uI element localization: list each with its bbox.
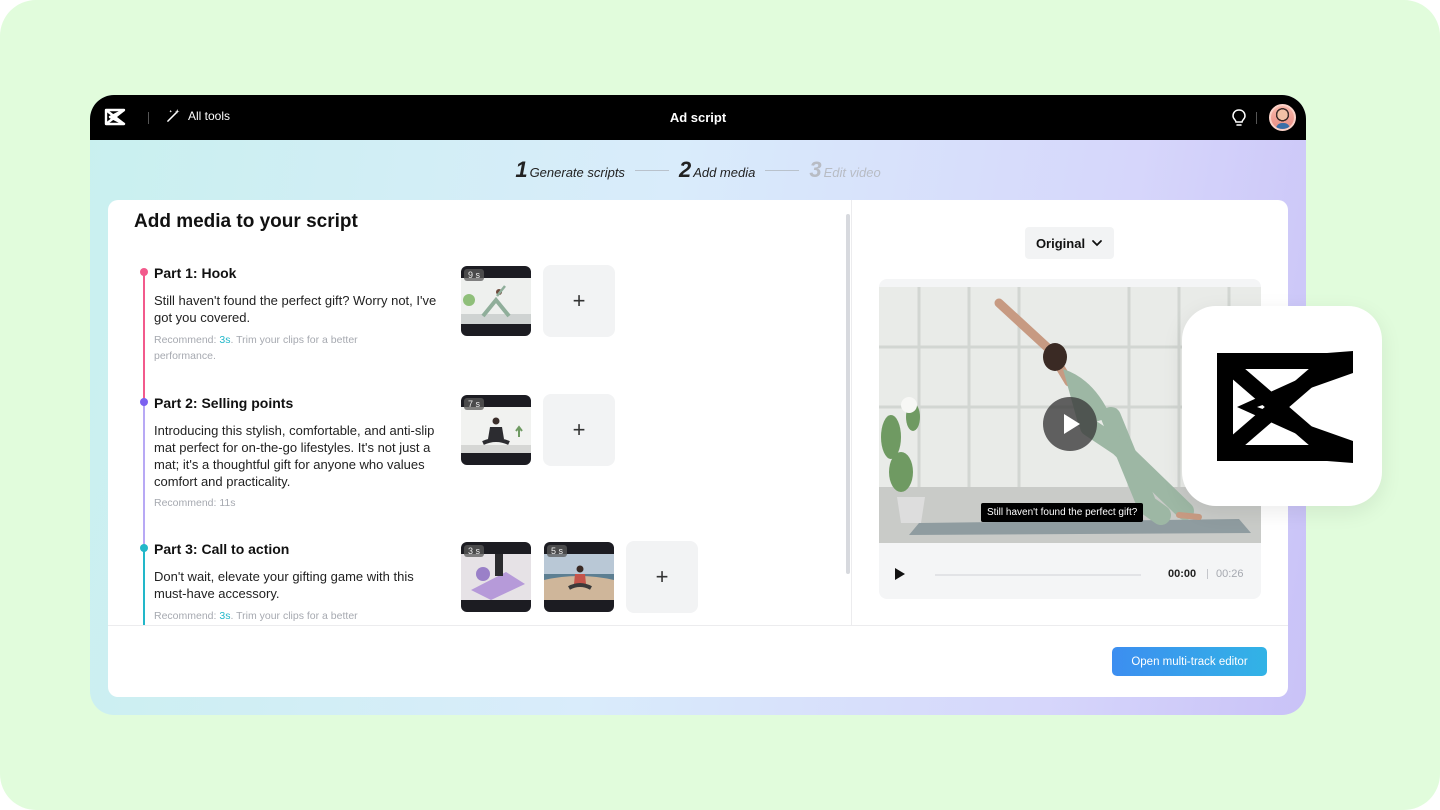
- step-label: Add media: [693, 165, 756, 180]
- part-dot: [140, 398, 148, 406]
- step-number: 1: [515, 157, 528, 182]
- clip-duration: 9 s: [464, 269, 485, 281]
- part-recommendation: Recommend: 3s. Trim your clips for a bet…: [154, 608, 414, 624]
- open-multi-track-editor-button[interactable]: Open multi-track editor: [1112, 647, 1267, 676]
- step-add-media[interactable]: 2 Add media: [679, 157, 755, 183]
- main-card: Add media to your script Part 1: Hook St…: [108, 200, 1288, 697]
- top-bar: All tools Ad script: [90, 95, 1306, 140]
- media-clip[interactable]: 3 s: [461, 542, 531, 612]
- step-edit-video: 3 Edit video: [809, 157, 880, 183]
- mat-roll-clip-thumbnail: [461, 554, 531, 600]
- part-recommendation: Recommend: 11s: [154, 495, 414, 511]
- beach-clip-thumbnail: [544, 554, 614, 600]
- script-parts-panel[interactable]: Add media to your script Part 1: Hook St…: [108, 200, 852, 625]
- clip-duration: 5 s: [547, 545, 568, 557]
- step-label: Edit video: [823, 165, 881, 180]
- step-generate-scripts[interactable]: 1 Generate scripts: [515, 157, 625, 183]
- add-media-button[interactable]: +: [626, 541, 698, 613]
- rec-prefix: Recommend: 11s: [154, 497, 236, 509]
- step-connector: [634, 169, 669, 171]
- part-dot: [140, 544, 148, 552]
- step-progress: 1 Generate scripts 2 Add media 3 Edit vi…: [90, 157, 1306, 183]
- rec-value: 3s: [219, 334, 231, 346]
- rec-prefix: Recommend:: [154, 334, 220, 346]
- video-caption: Still haven't found the perfect gift?: [981, 503, 1144, 522]
- rec-suffix: . Trim your clips for a better: [230, 610, 358, 622]
- play-icon[interactable]: [895, 568, 905, 580]
- step-connector: [765, 169, 800, 171]
- chevron-down-icon: [1092, 240, 1102, 247]
- timeline-line: [143, 548, 145, 625]
- part-title: Part 3: Call to action: [154, 541, 290, 557]
- panel-divider: [851, 200, 852, 625]
- meditation-clip-thumbnail: [461, 407, 531, 453]
- capcut-logo-badge: [1182, 306, 1382, 506]
- aspect-ratio-dropdown[interactable]: Original: [1025, 227, 1114, 259]
- part-title: Part 1: Hook: [154, 265, 237, 281]
- lightbulb-icon[interactable]: [1230, 108, 1248, 128]
- media-clip[interactable]: 7 s: [461, 395, 531, 465]
- page-title: Ad script: [669, 110, 727, 125]
- section-title: Add media to your script: [134, 211, 358, 232]
- add-media-button[interactable]: +: [543, 394, 615, 466]
- part-title: Part 2: Selling points: [154, 395, 294, 411]
- timeline-line: [143, 272, 145, 402]
- capcut-logo-icon: [1217, 351, 1353, 463]
- add-media-button[interactable]: +: [543, 265, 615, 337]
- clip-duration: 7 s: [464, 398, 485, 410]
- play-overlay-button[interactable]: [1043, 397, 1097, 451]
- rec-value: 3s: [219, 610, 231, 622]
- app-window: All tools Ad script 1 Generate scripts 2…: [90, 95, 1306, 715]
- yoga-clip-thumbnail: [461, 278, 531, 324]
- media-clip[interactable]: 5 s: [544, 542, 614, 612]
- media-clip[interactable]: 9 s: [461, 266, 531, 336]
- current-time: 00:00: [1168, 568, 1197, 580]
- part-description: Still haven't found the perfect gift? Wo…: [154, 293, 437, 325]
- timeline-line: [143, 402, 145, 548]
- part-description: Don't wait, elevate your gifting game wi…: [154, 569, 414, 601]
- progress-track[interactable]: [935, 574, 1141, 576]
- player-controls: 00:00 00:26: [879, 551, 1261, 599]
- time-separator: [1207, 569, 1208, 579]
- avatar[interactable]: [1269, 104, 1296, 131]
- clip-duration: 3 s: [464, 545, 485, 557]
- rec-prefix: Recommend:: [154, 610, 220, 622]
- scrollbar[interactable]: [846, 214, 850, 574]
- total-time: 00:26: [1216, 568, 1244, 580]
- topbar-divider-right: [1256, 112, 1257, 124]
- step-label: Generate scripts: [529, 165, 625, 180]
- footer-divider: [108, 625, 1288, 626]
- step-number: 3: [809, 157, 822, 182]
- step-number: 2: [678, 157, 692, 182]
- aspect-ratio-label: Original: [1035, 235, 1086, 251]
- part-dot: [140, 268, 148, 276]
- part-recommendation: Recommend: 3s. Trim your clips for a bet…: [154, 332, 414, 364]
- part-description: Introducing this stylish, comfortable, a…: [154, 423, 435, 489]
